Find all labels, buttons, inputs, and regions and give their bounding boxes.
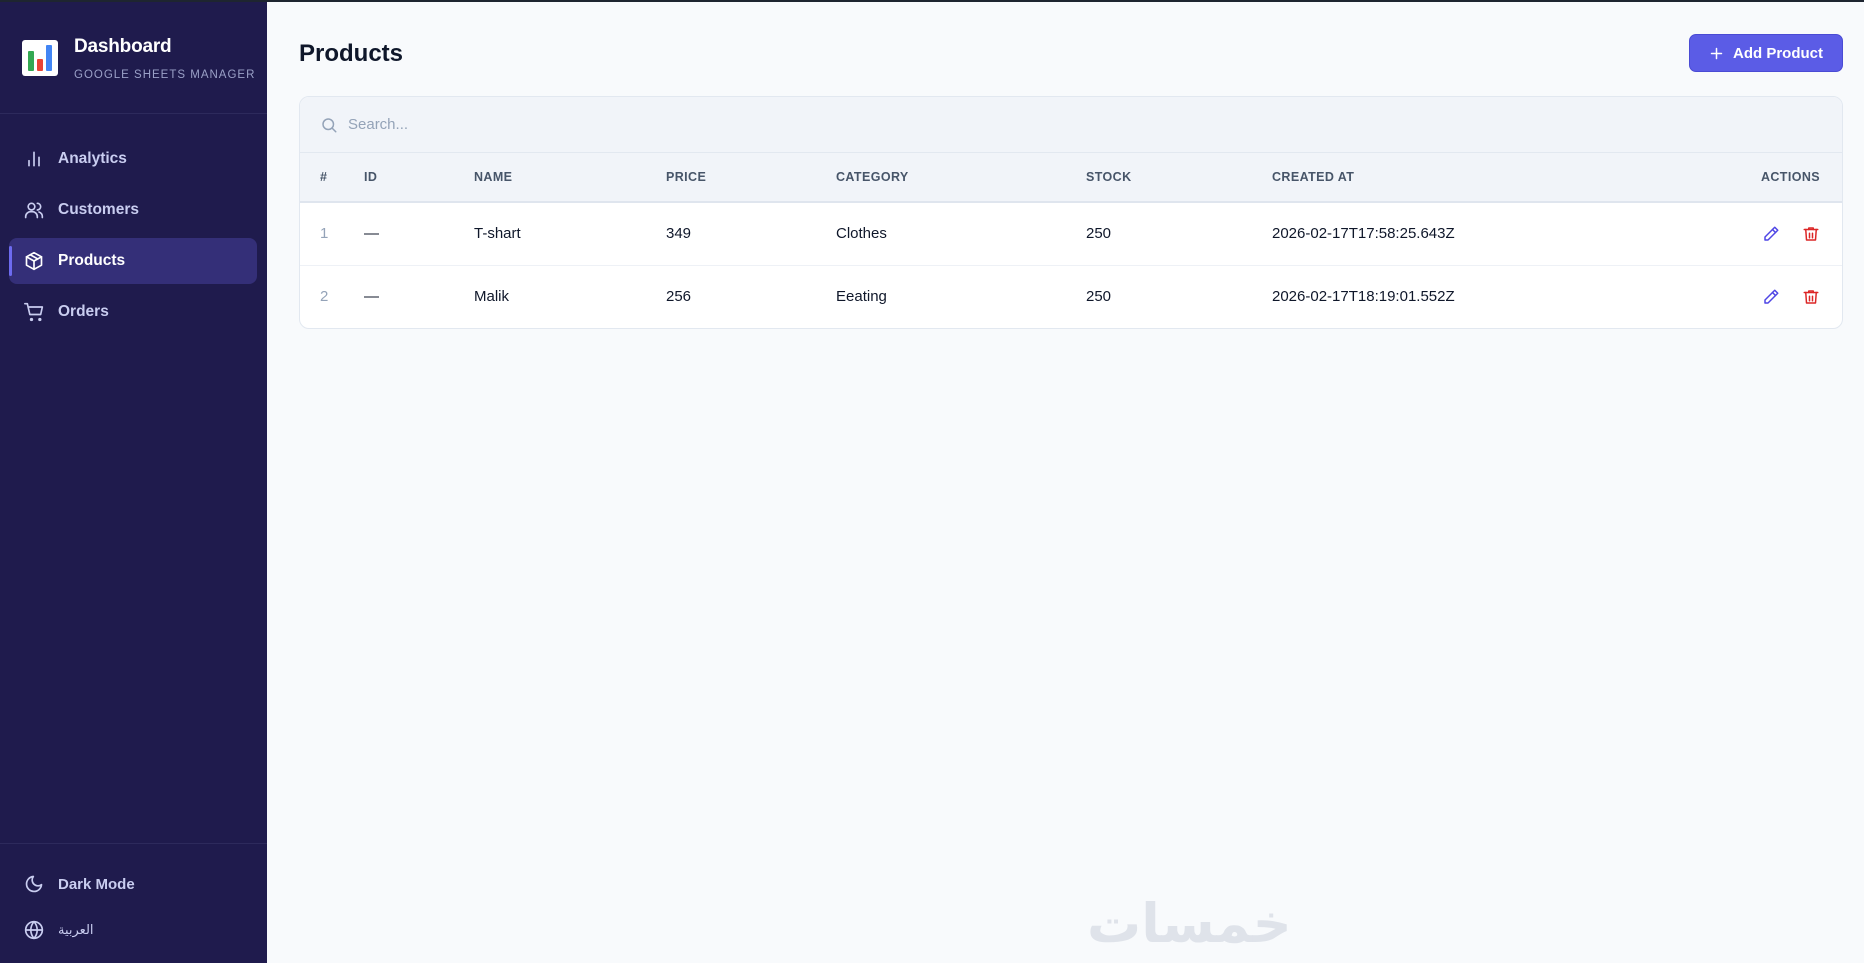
brand-subtitle: GOOGLE SHEETS MANAGER [74,69,256,81]
sidebar-item-label: Orders [58,303,109,320]
table-row: 2 — Malik 256 Eeating 250 2026-02-17T18:… [300,265,1842,328]
cell-actions [1672,265,1842,328]
sidebar-item-label: Products [58,252,126,269]
sidebar-nav: Analytics Customers Products Orders [0,114,267,335]
dark-mode-toggle[interactable]: Dark Mode [0,868,267,900]
sidebar-item-customers[interactable]: Customers [9,187,257,233]
users-icon [24,202,44,219]
cell-actions [1672,202,1842,265]
column-header-category: CATEGORY [836,170,909,184]
cell-category: Clothes [836,225,887,243]
delete-button[interactable] [1802,225,1820,243]
package-icon [25,251,43,271]
sidebar: Dashboard GOOGLE SHEETS MANAGER Analytic… [0,2,267,963]
products-table: # ID NAME PRICE CATEGORY STOCK CREATED A… [300,153,1842,328]
table-header-row: # ID NAME PRICE CATEGORY STOCK CREATED A… [300,153,1842,202]
column-header-created-at: CREATED AT [1272,170,1355,184]
plus-icon [1710,47,1723,59]
add-product-label: Add Product [1733,44,1823,62]
cell-stock: 250 [1086,225,1112,243]
cell-price: 256 [666,288,692,306]
table-row: 1 — T-shart 349 Clothes 250 2026-02-17T1… [300,202,1842,265]
sidebar-item-products[interactable]: Products [9,238,257,284]
column-header-id: ID [364,170,378,184]
main-content: Products Add Product # ID NAME PRICE CAT… [267,2,1864,963]
sidebar-item-label: Customers [58,201,139,218]
sidebar-item-orders[interactable]: Orders [9,289,257,335]
language-label: العربية [58,922,94,938]
cell-category: Eeating [836,288,887,306]
page-title: Products [299,40,404,67]
trash-icon [1803,290,1819,304]
cell-created-at: 2026-02-17T17:58:25.643Z [1272,225,1455,243]
chart-logo-icon [22,40,58,76]
edit-button[interactable] [1762,288,1780,306]
products-table-card: # ID NAME PRICE CATEGORY STOCK CREATED A… [299,96,1843,329]
column-header-price: PRICE [666,170,707,184]
dark-mode-label: Dark Mode [58,875,135,893]
sidebar-item-label: Analytics [58,150,127,167]
search-bar [300,97,1842,153]
pencil-icon [1764,226,1779,241]
bar-chart-icon [28,151,40,167]
cell-name: Malik [474,288,510,306]
cell-id: — [364,225,379,243]
column-header-name: NAME [474,170,513,184]
column-header-stock: STOCK [1086,170,1132,184]
cell-index: 2 [320,288,329,306]
cell-index: 1 [320,225,329,243]
cell-name: T-shart [474,225,521,243]
cell-stock: 250 [1086,288,1112,306]
language-switch[interactable]: العربية [0,914,267,946]
add-product-button[interactable]: Add Product [1689,34,1843,72]
delete-button[interactable] [1802,288,1820,306]
cell-id: — [364,288,379,306]
edit-button[interactable] [1762,225,1780,243]
watermark-logo: خمسات [1087,892,1292,955]
column-header-actions: ACTIONS [1760,170,1820,184]
brand-header: Dashboard GOOGLE SHEETS MANAGER [0,2,267,114]
search-input[interactable] [348,116,948,133]
trash-icon [1803,227,1819,241]
moon-icon [25,875,43,893]
globe-icon [24,920,44,940]
search-icon [322,117,337,132]
column-header-index: # [320,170,328,184]
cell-price: 349 [666,225,692,243]
pencil-icon [1764,289,1779,304]
cell-created-at: 2026-02-17T18:19:01.552Z [1272,288,1455,306]
brand-title: Dashboard [74,36,172,57]
sidebar-item-analytics[interactable]: Analytics [9,136,257,182]
sidebar-footer: Dark Mode العربية [0,843,267,963]
cart-icon [24,302,44,322]
